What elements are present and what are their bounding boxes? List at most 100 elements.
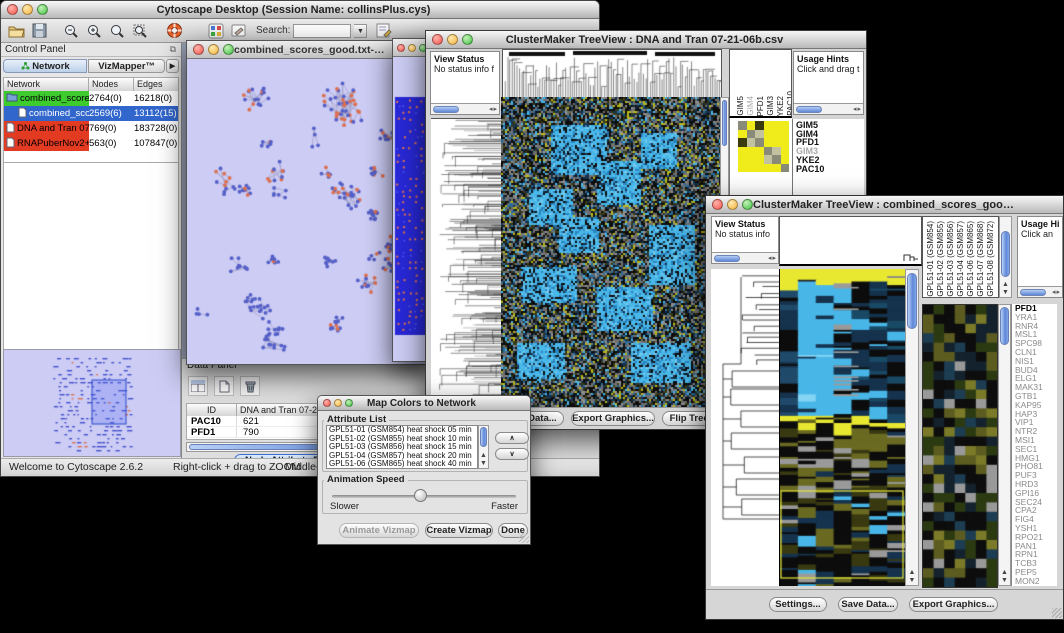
treeview1-title-bar[interactable]: ClusterMaker TreeView : DNA and Tran 07-… (426, 31, 866, 49)
resize-grip[interactable] (519, 533, 529, 543)
network-row[interactable]: combined_scores2764(0)16218(0) (4, 91, 178, 106)
close-icon[interactable] (193, 44, 204, 55)
tv2-heatmap-vscrollbar[interactable]: ▲▼ (905, 269, 919, 586)
gene-label[interactable]: PAC10 (796, 165, 864, 174)
zoom-fit-icon[interactable] (107, 21, 127, 41)
save-data-button[interactable]: Save Data... (838, 597, 898, 612)
tab-network[interactable]: Network (3, 59, 87, 73)
treeview-combined-window: ClusterMaker TreeView : combined_scores_… (705, 195, 1064, 620)
view-status-scrollbar[interactable]: ◂▸ (712, 252, 778, 263)
view-status-scrollbar[interactable]: ◂▸ (431, 103, 499, 114)
tab-vizmapper[interactable]: VizMapper™ (88, 59, 165, 73)
minimize-icon[interactable] (208, 44, 219, 55)
matrix-cell (781, 138, 790, 147)
create-vizmap-button[interactable]: Create Vizmap (425, 523, 493, 538)
edge-count: 107847(0) (134, 138, 178, 149)
tv2-network-heatmap[interactable] (922, 304, 998, 588)
network-row[interactable]: RNAPuberNov2+563(0)107847(0) (4, 136, 178, 151)
save-session-icon[interactable] (29, 21, 49, 41)
export-graphics-button[interactable]: Export Graphics... (909, 597, 998, 612)
tv2-column-labels: GPL51-01 (GSM854)GPL51-02 (GSM855)GPL51-… (922, 216, 999, 298)
minimize-icon[interactable] (727, 199, 738, 210)
float-panel-icon[interactable]: ⧉ (170, 44, 176, 55)
tv1-column-labels: GIM5GIM4PFD1GIM3YKE2PAC10 (729, 49, 792, 118)
zoom-window-icon[interactable] (345, 399, 353, 407)
tv2-gene-dendrogram[interactable] (711, 269, 779, 586)
tv1-heatmap[interactable] (501, 97, 720, 409)
minimize-icon[interactable] (408, 44, 416, 52)
move-attribute-down-button[interactable]: ∨ (495, 448, 529, 460)
zoom-in-icon[interactable] (84, 21, 104, 41)
move-attribute-up-button[interactable]: ∧ (495, 432, 529, 444)
search-input[interactable] (293, 24, 351, 38)
animate-vizmap-button[interactable]: Animate Vizmap (339, 523, 419, 538)
network-row[interactable]: combined_sco2569(6)13112(15) (4, 106, 178, 121)
annotation-icon[interactable] (229, 21, 249, 41)
col-header-nodes[interactable]: Nodes (89, 78, 134, 91)
col-header-network[interactable]: Network (4, 78, 89, 91)
network-name: combined_sco (29, 108, 89, 119)
close-icon[interactable] (323, 399, 331, 407)
matrix-cell (781, 130, 790, 139)
treeview2-title-bar[interactable]: ClusterMaker TreeView : combined_scores_… (706, 196, 1063, 214)
tv1-gene-dendrogram[interactable] (431, 118, 501, 410)
export-graphics-button[interactable]: Export Graphics... (571, 411, 655, 426)
close-icon[interactable] (397, 44, 405, 52)
zoom-window-icon[interactable] (223, 44, 234, 55)
birdseye-view[interactable] (3, 349, 181, 457)
zoom-out-icon[interactable] (61, 21, 81, 41)
resize-grip[interactable] (1052, 608, 1062, 618)
column-label: GPL51-01 (GSM854) (926, 221, 936, 297)
dialog-title-bar[interactable]: Map Colors to Network (318, 396, 530, 411)
usage-hints-scrollbar[interactable]: ◂▸ (794, 103, 863, 114)
attribute-list-scrollbar[interactable]: ▲▼ (478, 425, 489, 469)
tv2-genelist-scrollbar[interactable]: ▲▼ (998, 304, 1011, 586)
matrix-cell (755, 130, 764, 139)
slider-thumb[interactable] (414, 489, 427, 502)
node-count: 769(0) (89, 123, 134, 134)
delete-attribute-icon[interactable] (240, 376, 260, 396)
col-header-edges[interactable]: Edges (134, 78, 178, 91)
tv1-summary-matrix[interactable] (738, 121, 789, 172)
zoom-window-icon[interactable] (742, 199, 753, 210)
zoom-window-icon[interactable] (37, 4, 48, 15)
tv1-array-dendrogram[interactable] (502, 49, 722, 99)
view-status-title: View Status (715, 219, 778, 229)
zoom-selected-icon[interactable] (130, 21, 150, 41)
usage-hints-scrollbar[interactable]: ◂▸ (1018, 286, 1062, 297)
view-status-text: No status info f (434, 64, 499, 74)
tv2-heatmap[interactable] (779, 269, 905, 586)
close-icon[interactable] (7, 4, 18, 15)
matrix-cell (747, 155, 756, 164)
slider-max-label: Faster (491, 501, 518, 512)
minimize-icon[interactable] (22, 4, 33, 15)
new-attribute-icon[interactable] (214, 376, 234, 396)
attribute-table-icon[interactable] (188, 376, 208, 396)
network-row[interactable]: DNA and Tran 07769(0)183728(0) (4, 121, 178, 136)
tabs-overflow-button[interactable]: ▶ (166, 59, 179, 73)
open-file-icon[interactable] (6, 21, 26, 41)
tv2-collabel-scrollbar[interactable]: ▲▼ (999, 216, 1012, 298)
gene-label[interactable]: MON2 (1015, 577, 1057, 586)
tv2-gene-list[interactable]: PFD1YRA1RNR4MSL1SPC98CLN1NIS1BUD4ELG1MAK… (1011, 304, 1057, 586)
settings-button[interactable]: Settings... (769, 597, 827, 612)
minimize-icon[interactable] (447, 34, 458, 45)
main-title-bar[interactable]: Cytoscape Desktop (Session Name: collins… (1, 1, 599, 19)
close-icon[interactable] (712, 199, 723, 210)
attribute-list[interactable]: GPL51-01 (GSM854) heat shock 05 minGPL51… (326, 425, 478, 469)
search-dropdown-icon[interactable]: ▼ (354, 24, 367, 38)
vizmapper-shortcut-icon[interactable] (206, 21, 226, 41)
close-icon[interactable] (432, 34, 443, 45)
help-lifesaver-icon[interactable] (164, 21, 184, 41)
main-window-title: Cytoscape Desktop (Session Name: collins… (48, 4, 539, 16)
dialog-title: Map Colors to Network (353, 398, 490, 409)
matrix-cell (764, 138, 773, 147)
window-controls[interactable] (7, 4, 48, 15)
tv2-array-dendrogram-area[interactable] (779, 216, 922, 266)
matrix-cell (747, 121, 756, 130)
id-column-header[interactable]: ID (187, 404, 237, 416)
zoom-window-icon[interactable] (462, 34, 473, 45)
control-panel-title: Control Panel (5, 44, 170, 55)
minimize-icon[interactable] (334, 399, 342, 407)
matrix-cell (781, 155, 790, 164)
